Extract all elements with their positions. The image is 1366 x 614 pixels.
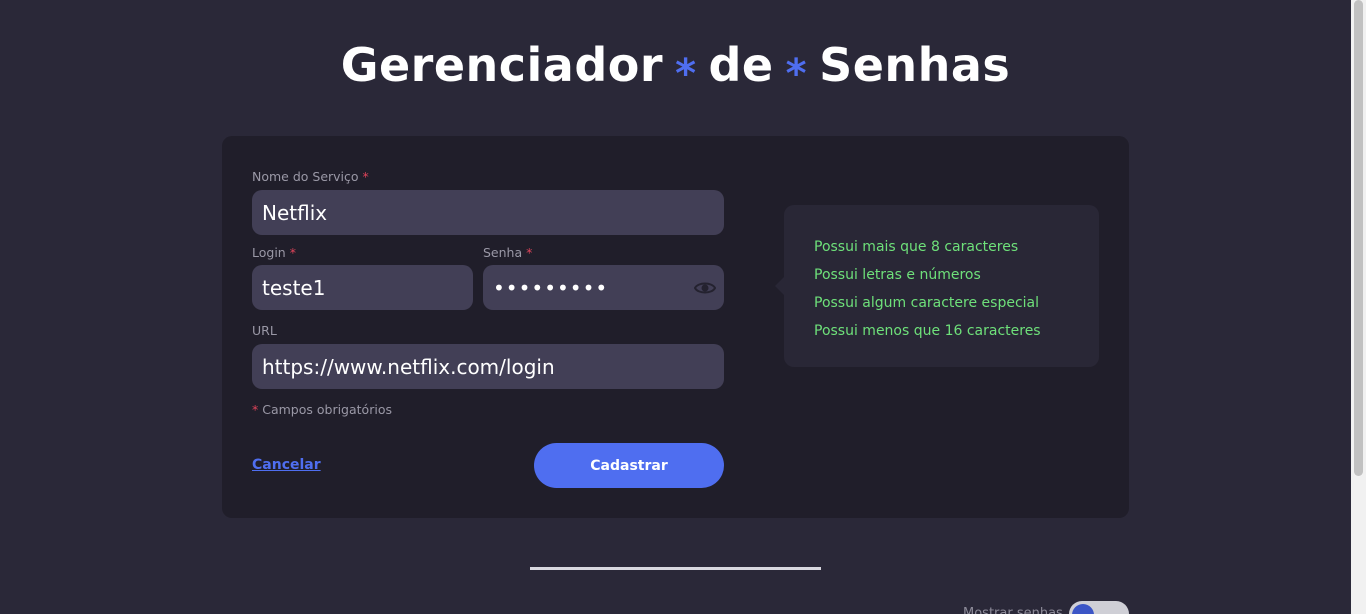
eye-icon[interactable] <box>693 278 717 296</box>
show-passwords-label: Mostrar senhas <box>963 606 1063 614</box>
cancel-button[interactable]: Cancelar <box>252 457 321 473</box>
password-validation-panel: Possui mais que 8 caracteres Possui letr… <box>775 205 1099 367</box>
title-word-2: de <box>708 38 774 92</box>
divider <box>530 567 821 570</box>
password-label: Senha * <box>483 245 533 260</box>
url-input[interactable] <box>252 344 724 389</box>
login-label: Login * <box>252 245 296 260</box>
asterisk-icon: * <box>785 51 808 97</box>
page: Gerenciador * de * Senhas Nome do Serviço * … <box>0 0 1366 614</box>
page-title: Gerenciador * de * Senhas <box>0 38 1351 97</box>
scrollbar[interactable] <box>1351 0 1366 614</box>
required-fields-note: * Campos obrigatórios <box>252 402 392 417</box>
asterisk-icon: * <box>675 51 697 97</box>
validation-item: Possui menos que 16 caracteres <box>814 323 1041 339</box>
validation-list: Possui mais que 8 caracteres Possui letr… <box>814 233 1069 345</box>
url-label: URL <box>252 323 277 338</box>
scroll-thumb[interactable] <box>1354 0 1363 476</box>
register-form-card: Nome do Serviço * Login * Senha * ••••••… <box>222 136 1129 518</box>
service-name-input[interactable] <box>252 190 724 235</box>
password-input[interactable]: ••••••••• <box>483 265 724 310</box>
service-name-label: Nome do Serviço * <box>252 169 369 184</box>
toggle-knob <box>1072 604 1094 614</box>
validation-item: Possui mais que 8 caracteres <box>814 239 1019 255</box>
title-word-1: Gerenciador <box>340 38 664 92</box>
password-value: ••••••••• <box>493 275 609 300</box>
title-word-3: Senhas <box>819 38 1011 92</box>
show-passwords-toggle[interactable] <box>1069 601 1129 614</box>
login-input[interactable] <box>252 265 473 310</box>
validation-item: Possui letras e números <box>814 267 981 283</box>
validation-item: Possui algum caractere especial <box>814 295 1040 311</box>
submit-button[interactable]: Cadastrar <box>534 443 724 488</box>
